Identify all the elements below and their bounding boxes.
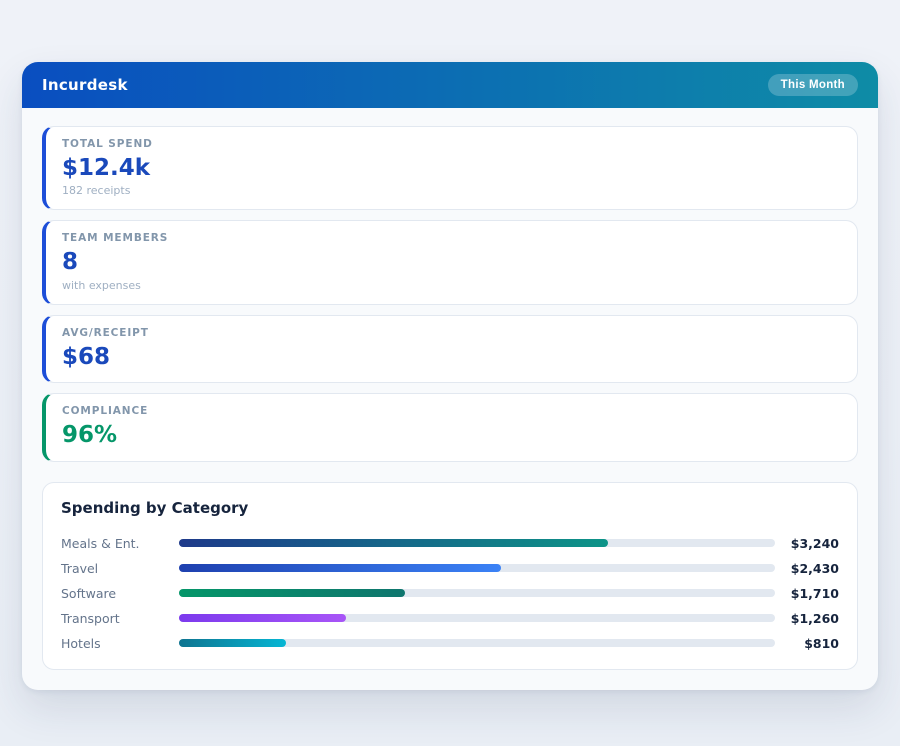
stat-value: $68 [62,344,841,370]
stat-card: TEAM MEMBERS 8 with expenses [42,220,858,304]
period-badge[interactable]: This Month [768,74,858,96]
stat-sub: with expenses [62,279,841,292]
category-label: Software [61,586,179,601]
category-label: Transport [61,611,179,626]
category-value: $1,260 [775,611,839,626]
app-header: Incurdesk This Month [22,62,878,108]
stats-section: TOTAL SPEND $12.4k 182 receipts TEAM MEM… [42,126,858,462]
spending-rows: Meals & Ent. $3,240 Travel $2,430 Softwa… [61,531,839,656]
bar-fill [179,614,346,622]
bar-fill [179,539,608,547]
app-body: TOTAL SPEND $12.4k 182 receipts TEAM MEM… [22,108,878,690]
stat-label: TEAM MEMBERS [62,232,841,244]
bar-track [179,589,775,597]
stat-label: TOTAL SPEND [62,138,841,150]
bar-track [179,614,775,622]
bar-fill [179,589,405,597]
category-value: $810 [775,636,839,651]
bar-fill [179,639,286,647]
bar-track [179,564,775,572]
category-label: Travel [61,561,179,576]
category-value: $1,710 [775,586,839,601]
category-label: Hotels [61,636,179,651]
spending-title: Spending by Category [61,499,839,517]
bar-track [179,639,775,647]
category-row: Travel $2,430 [61,556,839,581]
category-value: $2,430 [775,561,839,576]
category-row: Hotels $810 [61,631,839,656]
stat-sub: 182 receipts [62,184,841,197]
category-value: $3,240 [775,536,839,551]
bar-track [179,539,775,547]
stat-card: TOTAL SPEND $12.4k 182 receipts [42,126,858,210]
stat-value: $12.4k [62,155,841,181]
bar-fill [179,564,501,572]
stat-label: COMPLIANCE [62,405,841,417]
stat-value: 96% [62,422,841,448]
spending-card: Spending by Category Meals & Ent. $3,240… [42,482,858,670]
dashboard-card: Incurdesk This Month TOTAL SPEND $12.4k … [22,62,878,690]
stat-card: COMPLIANCE 96% [42,393,858,461]
category-label: Meals & Ent. [61,536,179,551]
stat-card: AVG/RECEIPT $68 [42,315,858,383]
category-row: Meals & Ent. $3,240 [61,531,839,556]
app-title: Incurdesk [42,76,128,94]
category-row: Software $1,710 [61,581,839,606]
stat-label: AVG/RECEIPT [62,327,841,339]
category-row: Transport $1,260 [61,606,839,631]
stat-value: 8 [62,249,841,275]
